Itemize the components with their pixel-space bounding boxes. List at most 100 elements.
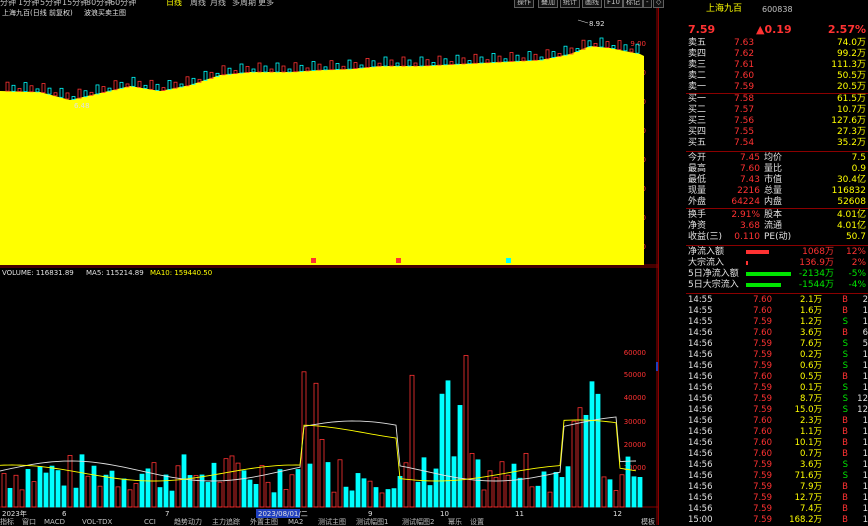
- candle: [407, 59, 412, 67]
- order-price: 7.61: [734, 60, 755, 70]
- indicator-tab[interactable]: 窗口: [22, 517, 36, 525]
- indicator-tab[interactable]: CCI: [144, 518, 156, 525]
- candle: [29, 85, 34, 93]
- tick-time: 14:56: [688, 471, 713, 481]
- candle: [65, 92, 70, 100]
- candle: [377, 62, 382, 67]
- indicator-tab[interactable]: MA2: [288, 518, 303, 525]
- volume-bar: [217, 481, 223, 508]
- volume-bar: [523, 452, 529, 508]
- volume-bar: [367, 480, 373, 508]
- volume-bar: [307, 463, 313, 508]
- tab-5[interactable]: 60分钟: [110, 0, 136, 8]
- template-button[interactable]: 模板: [641, 517, 655, 525]
- date-axis-label: 9: [368, 510, 372, 518]
- volume-bar: [163, 474, 169, 508]
- tab-9[interactable]: 多周期: [232, 0, 256, 8]
- tick-count: 1: [862, 416, 868, 426]
- toolbar-button-0[interactable]: 操作: [514, 0, 534, 8]
- candle: [437, 55, 442, 66]
- candle: [149, 79, 154, 90]
- volume-bar: [1, 472, 7, 508]
- event-marker-icon[interactable]: [506, 258, 511, 263]
- stats-separator: [686, 245, 868, 246]
- stat-label: 净资: [688, 221, 707, 231]
- toolbar-button-7[interactable]: ◇: [653, 0, 665, 8]
- volume-bar: [109, 470, 115, 508]
- toolbar-button-4[interactable]: F10: [604, 0, 623, 8]
- volume-bar: [589, 381, 595, 508]
- candle: [401, 56, 406, 67]
- candle: [515, 54, 520, 62]
- flow-value: 1068万: [802, 247, 834, 257]
- price-change-pct: 2.57%: [827, 23, 866, 36]
- indicator-tab[interactable]: 指标: [0, 517, 14, 525]
- indicator-tab[interactable]: 测试幅图1: [356, 517, 388, 525]
- candle: [281, 65, 286, 73]
- event-marker-icon[interactable]: [396, 258, 401, 263]
- toolbar-button-1[interactable]: 叠加: [538, 0, 558, 8]
- date-axis-label: 12: [613, 510, 622, 518]
- order-level-label: 买二: [688, 105, 707, 115]
- indicator-tab[interactable]: 外置主图: [250, 517, 278, 525]
- stat-value: 0.110: [734, 232, 760, 242]
- volume-bar: [25, 469, 31, 508]
- tab-4[interactable]: 30分钟: [86, 0, 112, 8]
- event-marker-icon[interactable]: [311, 258, 316, 263]
- tick-volume: 7.4万: [799, 504, 822, 514]
- indicator-tab[interactable]: MACD: [44, 518, 65, 525]
- tick-count: 1: [862, 504, 868, 514]
- volume-ma5-label: MA5: 115214.89: [86, 269, 144, 277]
- order-volume: 10.7万: [836, 105, 866, 115]
- volume-bar: [631, 476, 637, 508]
- candle: [593, 43, 598, 47]
- order-book-row: 卖一 7.59 20.5万: [686, 82, 868, 93]
- tab-7[interactable]: 周线: [190, 0, 206, 8]
- candle: [533, 53, 538, 61]
- volume-bar: [355, 473, 361, 508]
- indicator-tab[interactable]: 设置: [470, 517, 484, 525]
- candle: [371, 60, 376, 68]
- indicator-tab[interactable]: 测试幅图2: [402, 517, 434, 525]
- tab-0[interactable]: 分钟: [0, 0, 16, 8]
- tab-2[interactable]: 5分钟: [40, 0, 61, 8]
- tab-1[interactable]: 1分钟: [18, 0, 39, 8]
- volume-bar: [505, 474, 511, 508]
- volume-bar: [199, 474, 205, 508]
- indicator-tab[interactable]: 主力追踪: [212, 517, 240, 525]
- stats-row: 现量 2216 总量 116832: [686, 186, 868, 197]
- stock-name: 上海九百: [706, 4, 743, 14]
- stat-value: 2.91%: [731, 210, 760, 220]
- candle: [347, 59, 352, 70]
- stats-row: 收益(三) 0.110 PE(动) 50.7: [686, 232, 868, 243]
- order-book-row: 买三 7.56 127.6万: [686, 116, 868, 127]
- stats-row: 净资 3.68 流通 4.01亿: [686, 221, 868, 232]
- tab-10[interactable]: 更多: [258, 0, 274, 8]
- toolbar-button-3[interactable]: 画线: [582, 0, 602, 8]
- tick-time: 14:56: [688, 339, 713, 349]
- candle: [251, 68, 256, 73]
- candle: [425, 59, 430, 67]
- volume-chart[interactable]: VOLUME: 116831.89 MA5: 115214.89 MA10: 159…: [0, 266, 658, 525]
- tick-row: 14:56 7.59 7.9万 B 1: [686, 482, 868, 493]
- tab-8[interactable]: 月线: [210, 0, 226, 8]
- volume-bar: [397, 476, 403, 508]
- candle: [419, 56, 424, 67]
- indicator-tab[interactable]: VOL-TDX: [82, 518, 113, 525]
- indicator-tab[interactable]: 测试主图: [318, 517, 346, 525]
- stat-value: 4.01亿: [836, 221, 866, 231]
- order-level-label: 卖二: [688, 71, 707, 81]
- price-chart[interactable]: 9.008.007.006.005.004.003.002.008.926.48…: [0, 8, 658, 266]
- flow-bar: [746, 283, 781, 287]
- indicator-tab[interactable]: 趋势动力: [174, 517, 202, 525]
- toolbar-button-6[interactable]: -: [643, 0, 652, 8]
- toolbar-button-2[interactable]: 统计: [560, 0, 580, 8]
- tab-6[interactable]: 日线: [166, 0, 182, 8]
- tab-3[interactable]: 15分钟: [62, 0, 88, 8]
- candle: [257, 62, 262, 73]
- tick-count: 1: [862, 449, 868, 459]
- volume-bar: [571, 420, 577, 508]
- toolbar-button-5[interactable]: 标记: [623, 0, 643, 8]
- indicator-tab[interactable]: 幂乐: [448, 517, 462, 525]
- volume-bar: [145, 468, 151, 508]
